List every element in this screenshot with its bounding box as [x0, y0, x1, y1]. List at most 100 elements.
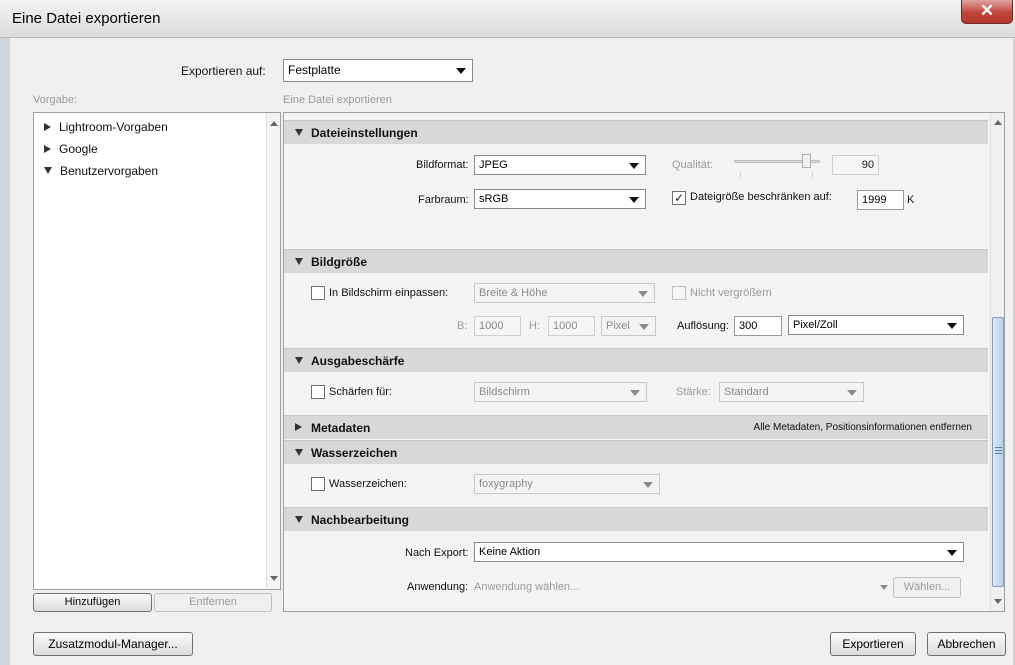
export-button[interactable]: Exportieren — [830, 632, 916, 656]
size-unit-value: Pixel — [606, 320, 630, 332]
width-input[interactable]: 1000 — [474, 316, 521, 336]
section-title: Bildgröße — [311, 255, 367, 269]
chevron-down-icon — [643, 482, 653, 488]
close-button[interactable]: ✕ — [961, 0, 1013, 24]
application-placeholder[interactable]: Anwendung wählen... — [474, 581, 579, 593]
section-watermark[interactable]: Wasserzeichen — [284, 440, 988, 464]
section-title: Dateieinstellungen — [311, 126, 418, 140]
checkmark-icon: ✓ — [673, 191, 685, 205]
chevron-down-icon — [847, 390, 857, 396]
collapse-triangle-icon — [295, 449, 303, 456]
fit-screen-select[interactable]: Breite & Höhe — [474, 283, 655, 303]
application-label: Anwendung: — [407, 581, 469, 593]
scrollbar-thumb[interactable] — [992, 317, 1004, 587]
sharpen-label: Schärfen für: — [329, 386, 392, 398]
section-image-size[interactable]: Bildgröße — [284, 249, 988, 273]
format-select[interactable]: JPEG — [474, 155, 646, 175]
size-unit-select[interactable]: Pixel — [601, 316, 656, 336]
fit-screen-label: In Bildschirm einpassen: — [329, 287, 449, 299]
choose-application-button[interactable]: Wählen... — [893, 577, 961, 598]
scroll-up-icon[interactable] — [270, 121, 278, 126]
watermark-checkbox[interactable] — [311, 477, 325, 491]
quality-slider-handle[interactable] — [802, 154, 811, 168]
export-to-select[interactable]: Festplatte — [283, 59, 473, 82]
chevron-down-icon — [456, 68, 466, 74]
section-output-sharpening[interactable]: Ausgabeschärfe — [284, 348, 988, 372]
chevron-down-icon — [947, 550, 957, 556]
expand-triangle-icon — [295, 423, 302, 431]
no-enlarge-checkbox[interactable] — [672, 286, 686, 300]
quality-input[interactable]: 90 — [832, 155, 879, 175]
slider-tick — [740, 173, 741, 177]
grip-line — [995, 453, 1002, 454]
preset-item-lightroom[interactable]: Lightroom-Vorgaben — [44, 120, 168, 134]
window-title: Eine Datei exportieren — [12, 10, 161, 27]
preset-item-user[interactable]: Benutzervorgaben — [44, 164, 158, 178]
cancel-button[interactable]: Abbrechen — [927, 632, 1006, 656]
close-icon: ✕ — [979, 1, 995, 20]
colorspace-select[interactable]: sRGB — [474, 189, 646, 209]
sharpen-value: Bildschirm — [479, 386, 530, 398]
collapse-triangle-icon — [295, 129, 303, 136]
sharpen-checkbox[interactable] — [311, 385, 325, 399]
plugin-manager-button[interactable]: Zusatzmodul-Manager... — [33, 632, 193, 656]
watermark-label: Wasserzeichen: — [329, 478, 407, 490]
metadata-summary: Alle Metadaten, Positionsinformationen e… — [753, 422, 972, 433]
chevron-down-icon[interactable] — [880, 585, 888, 590]
watermark-select[interactable]: foxygraphy — [474, 474, 660, 494]
section-post-processing[interactable]: Nachbearbeitung — [284, 507, 988, 531]
chevron-down-icon — [629, 163, 639, 169]
preset-item-label: Lightroom-Vorgaben — [59, 120, 168, 134]
resolution-input[interactable]: 300 — [734, 316, 782, 336]
dialog-body: Exportieren auf: Festplatte Vorgabe: Lig… — [10, 38, 1013, 665]
preset-item-label: Benutzervorgaben — [60, 164, 159, 178]
presets-list: Lightroom-Vorgaben Google Benutzervorgab… — [33, 112, 281, 590]
collapse-triangle-icon — [295, 516, 303, 523]
presets-scrollbar[interactable] — [266, 113, 280, 589]
quality-label: Qualität: — [672, 159, 713, 171]
width-label: B: — [457, 320, 468, 332]
chevron-down-icon — [630, 390, 640, 396]
export-to-label: Exportieren auf: — [181, 64, 266, 78]
format-label: Bildformat: — [416, 159, 469, 171]
limit-filesize-label: Dateigröße beschränken auf: — [690, 191, 832, 203]
section-title: Metadaten — [311, 421, 371, 435]
height-label: H: — [529, 320, 540, 332]
section-metadata[interactable]: Metadaten Alle Metadaten, Positionsinfor… — [284, 415, 988, 439]
fit-screen-checkbox[interactable] — [311, 286, 325, 300]
height-input[interactable]: 1000 — [548, 316, 595, 336]
section-title: Ausgabeschärfe — [311, 354, 405, 368]
preset-item-google[interactable]: Google — [44, 142, 98, 156]
presets-label: Vorgabe: — [33, 94, 78, 106]
section-title: Nachbearbeitung — [311, 513, 410, 527]
chevron-down-icon — [639, 324, 649, 330]
amount-select[interactable]: Standard — [719, 382, 864, 402]
after-export-select[interactable]: Keine Aktion — [474, 542, 964, 562]
after-export-label: Nach Export: — [405, 547, 469, 559]
chevron-down-icon — [947, 323, 957, 329]
section-title: Wasserzeichen — [311, 446, 398, 460]
limit-filesize-checkbox[interactable]: ✓ — [672, 191, 686, 205]
preset-item-label: Google — [59, 142, 98, 156]
settings-scrollbar[interactable] — [990, 113, 1004, 611]
remove-preset-button[interactable]: Entfernen — [154, 593, 272, 612]
title-bar: Eine Datei exportieren ✕ — [0, 0, 1015, 38]
collapse-triangle-icon — [44, 167, 52, 174]
sharpen-select[interactable]: Bildschirm — [474, 382, 647, 402]
chevron-down-icon — [638, 291, 648, 297]
slider-tick — [812, 173, 813, 177]
scroll-down-icon[interactable] — [270, 576, 278, 581]
expand-triangle-icon — [44, 145, 51, 153]
watermark-value: foxygraphy — [479, 478, 533, 490]
scroll-up-icon[interactable] — [994, 120, 1002, 125]
amount-value: Standard — [724, 386, 769, 398]
scroll-down-icon[interactable] — [994, 599, 1002, 604]
limit-filesize-input[interactable]: 1999 — [857, 190, 904, 210]
section-file-settings[interactable]: Dateieinstellungen — [284, 120, 988, 144]
collapse-triangle-icon — [295, 258, 303, 265]
amount-label: Stärke: — [676, 386, 711, 398]
add-preset-button[interactable]: Hinzufügen — [33, 593, 152, 612]
settings-panel-label: Eine Datei exportieren — [283, 94, 392, 106]
resolution-unit-select[interactable]: Pixel/Zoll — [788, 315, 964, 335]
resolution-unit-value: Pixel/Zoll — [793, 319, 838, 331]
